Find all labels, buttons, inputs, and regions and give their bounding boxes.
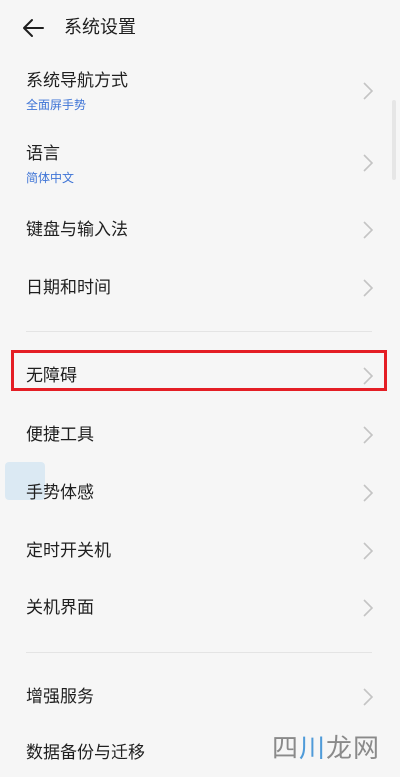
chevron-right-icon [363,154,374,172]
settings-item-label: 系统导航方式 [26,71,128,91]
settings-item-label: 定时开关机 [26,541,111,561]
page-title: 系统设置 [64,17,136,38]
settings-item-shutdown-screen[interactable]: 关机界面 [0,586,400,630]
top-bar: 系统设置 [0,0,400,56]
section-divider [26,652,372,653]
settings-item-label: 无障碍 [26,366,77,386]
settings-item-label: 键盘与输入法 [26,220,128,240]
settings-item-label: 便捷工具 [26,425,94,445]
settings-item-keyboard[interactable]: 键盘与输入法 [0,208,400,252]
settings-item-enhanced-services[interactable]: 增强服务 [0,675,400,719]
watermark-part: 四 [272,734,300,764]
settings-item-navigation-mode[interactable]: 系统导航方式 全面屏手势 [0,62,400,118]
section-divider [26,331,372,332]
chevron-right-icon [363,542,374,560]
settings-item-value: 简体中文 [26,171,75,185]
settings-item-label: 日期和时间 [26,278,111,298]
settings-item-label: 数据备份与迁移 [26,743,145,763]
settings-item-label: 语言 [26,144,60,164]
chevron-right-icon [363,279,374,297]
chevron-right-icon [363,599,374,617]
settings-item-scheduled-power[interactable]: 定时开关机 [0,529,400,573]
watermark-part: 龙网 [326,734,381,764]
chevron-right-icon [363,484,374,502]
chevron-right-icon [363,221,374,239]
settings-item-accessibility[interactable]: 无障碍 [0,354,400,398]
settings-item-value: 全面屏手势 [26,98,87,112]
settings-item-label: 关机界面 [26,598,94,618]
back-button[interactable] [20,14,48,42]
settings-item-label: 手势体感 [26,483,94,503]
chevron-right-icon [363,426,374,444]
chevron-right-icon [363,688,374,706]
back-arrow-icon [23,19,44,37]
settings-item-shortcuts[interactable]: 便捷工具 [0,413,400,457]
settings-item-language[interactable]: 语言 简体中文 [0,134,400,190]
chevron-right-icon [363,82,374,100]
watermark-part: 川 [299,734,327,764]
settings-item-label: 增强服务 [26,687,94,707]
chevron-right-icon [363,367,374,385]
settings-item-gestures[interactable]: 手势体感 [0,471,400,515]
settings-item-date-time[interactable]: 日期和时间 [0,266,400,310]
watermark: 四川龙网 [272,734,380,764]
